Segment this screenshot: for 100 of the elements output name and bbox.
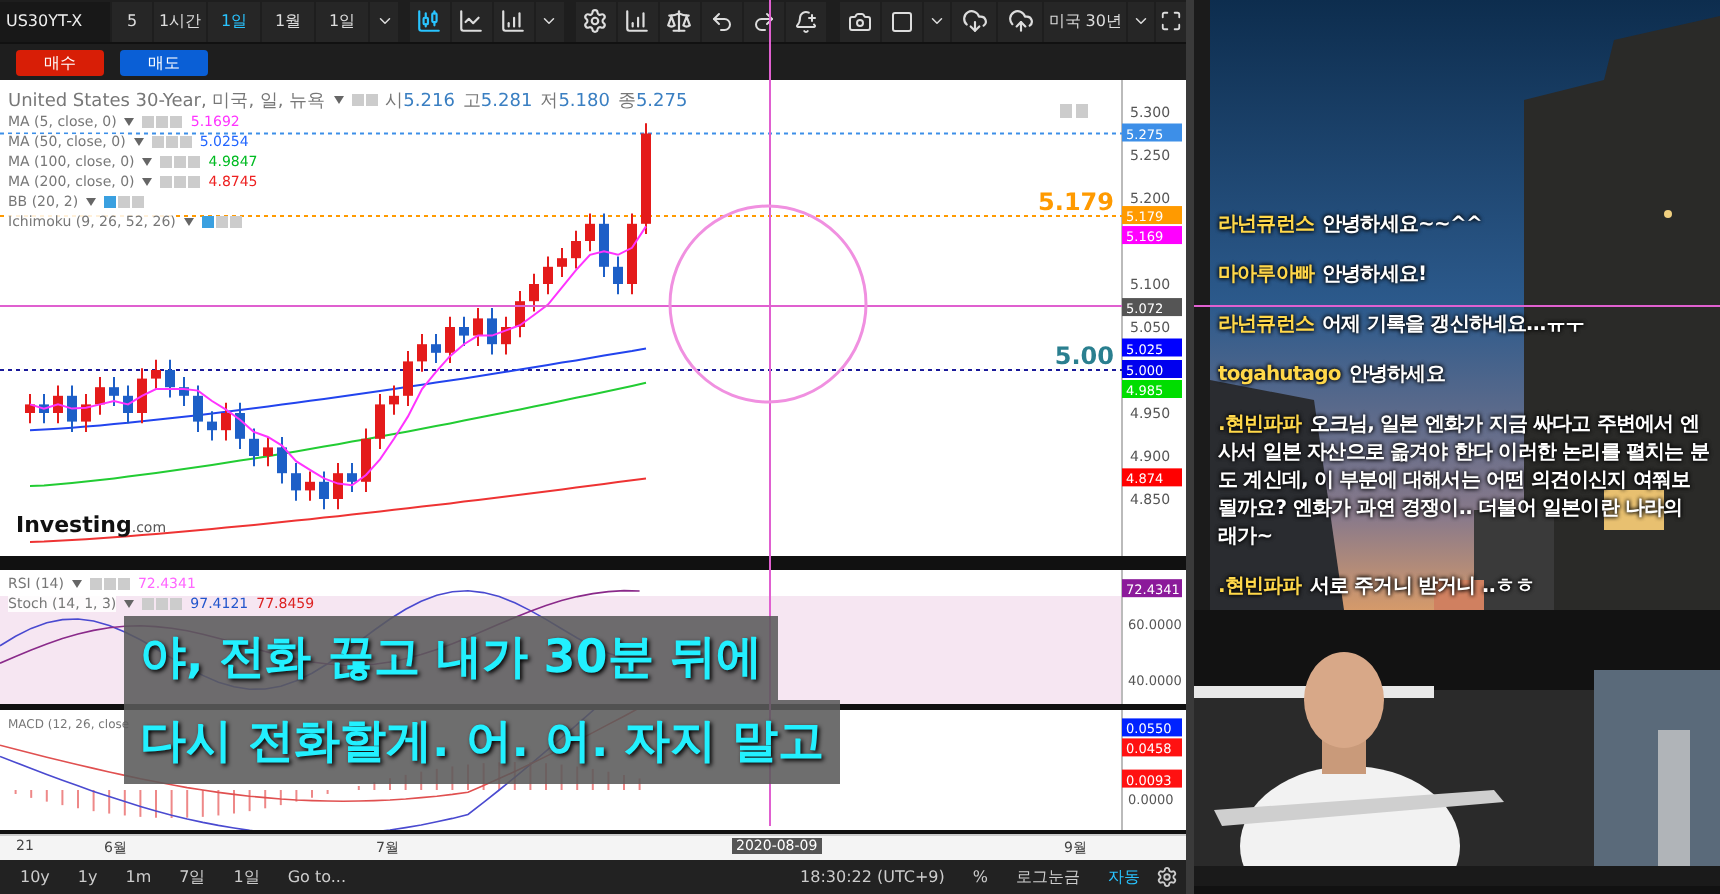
color-button[interactable]: [882, 1, 923, 41]
candle: [221, 401, 231, 442]
candle: [557, 246, 567, 279]
caret-icon[interactable]: [333, 96, 344, 104]
candle: [305, 470, 315, 502]
range-button[interactable]: 1m: [113, 868, 164, 886]
candle: [25, 393, 35, 425]
candle: [319, 470, 329, 511]
candle: [137, 367, 147, 425]
trade-button[interactable]: 매도: [120, 49, 208, 75]
scale-toggle-icon[interactable]: [1060, 104, 1088, 118]
candle: [151, 358, 161, 390]
caret-icon[interactable]: [124, 118, 135, 126]
candle: [375, 393, 385, 451]
goto-button[interactable]: Go to...: [275, 868, 358, 886]
candle: [543, 255, 553, 296]
range-button[interactable]: 7일: [167, 866, 218, 888]
candle: [459, 315, 469, 347]
candle: [95, 375, 105, 416]
redo-icon: [751, 9, 776, 33]
ohlc-value: 저 5.180: [540, 87, 610, 113]
candle: [473, 307, 483, 347]
indicator-controls-icon[interactable]: [201, 216, 242, 228]
caret-icon: [375, 12, 394, 30]
scale-option-button[interactable]: 자동: [1096, 866, 1152, 888]
undo-icon: [709, 9, 734, 33]
fullscreen-button[interactable]: [1155, 1, 1186, 41]
interval-button[interactable]: 1일: [316, 1, 369, 41]
candle: [389, 384, 399, 416]
fullscreen-icon: [1159, 10, 1182, 32]
bar-chart-icon: [624, 8, 651, 34]
caret-icon: [928, 12, 947, 30]
candle: [347, 461, 357, 494]
settings-icon[interactable]: [1156, 866, 1178, 888]
caret-icon[interactable]: [142, 178, 153, 186]
load-button[interactable]: [952, 1, 997, 41]
camera-icon: [848, 9, 873, 33]
chart-type-button[interactable]: [409, 1, 450, 41]
compare-button[interactable]: [659, 1, 700, 41]
interval-button[interactable]: 1월: [262, 1, 315, 41]
caret-icon[interactable]: [71, 580, 82, 588]
candle: [81, 393, 91, 433]
candle: [445, 315, 455, 365]
bell-plus-icon: [793, 9, 818, 33]
candle: [333, 461, 343, 511]
settings-button[interactable]: [575, 1, 616, 41]
candle: [109, 375, 119, 408]
undo-button[interactable]: [701, 1, 742, 41]
candle: [515, 289, 525, 339]
redo-button[interactable]: [743, 1, 784, 41]
candle: [599, 212, 609, 279]
candle: [123, 384, 133, 425]
candle: [487, 307, 497, 356]
caret-icon: [540, 12, 559, 30]
candle: [291, 461, 301, 502]
candle: [417, 332, 427, 373]
cloud-download-icon: [961, 8, 988, 34]
range-button[interactable]: 1일: [221, 866, 272, 888]
candle: [263, 436, 273, 468]
scale-option-button[interactable]: %: [960, 868, 1000, 886]
level-label: 5.179: [1038, 188, 1114, 217]
chart-type-button[interactable]: [493, 1, 534, 41]
chart-title: United States 30-Year, 미국, 일, 뉴욕: [8, 87, 326, 113]
interval-button[interactable]: 5: [112, 1, 153, 41]
template-dropdown[interactable]: 미국 30년: [1044, 1, 1126, 41]
candle: [361, 427, 371, 494]
interval-button[interactable]: 1일: [208, 1, 261, 41]
candlestick-icon: [416, 8, 443, 34]
ohlc-value: 시5.216: [385, 87, 455, 113]
interval-button[interactable]: 1시간: [154, 1, 207, 41]
dropdown-button[interactable]: [370, 1, 399, 41]
candle: [529, 272, 539, 313]
candle: [207, 410, 217, 442]
settings-icon: [582, 8, 609, 34]
chart-type-button[interactable]: [451, 1, 492, 41]
candle: [571, 229, 581, 270]
trade-button[interactable]: 매수: [16, 49, 104, 75]
range-button[interactable]: 10y: [8, 868, 62, 886]
indicator-controls-icon[interactable]: [104, 196, 145, 208]
alert-button[interactable]: [785, 1, 826, 41]
caret-icon[interactable]: [133, 138, 144, 146]
candle: [403, 350, 413, 408]
candle: [235, 401, 245, 451]
save-button[interactable]: [998, 1, 1043, 41]
scale-option-button[interactable]: 로그눈금: [1004, 866, 1092, 888]
caret-icon[interactable]: [124, 600, 135, 608]
caret-icon[interactable]: [142, 158, 153, 166]
indicators-button[interactable]: [617, 1, 658, 41]
candle: [165, 358, 175, 399]
candle: [179, 375, 189, 408]
square-icon: [890, 9, 915, 33]
subtitle-text: 야, 전화 끊고 내가 30분 뒤에: [124, 616, 778, 700]
snapshot-button[interactable]: [840, 1, 881, 41]
candle: [613, 255, 623, 296]
candle: [39, 393, 49, 425]
symbol-field[interactable]: US30YT-X: [0, 1, 111, 41]
range-button[interactable]: 1y: [65, 868, 110, 886]
clock-text: 18:30:22 (UTC+9): [800, 868, 947, 886]
caret-icon[interactable]: [86, 198, 97, 206]
caret-icon[interactable]: [183, 218, 194, 226]
